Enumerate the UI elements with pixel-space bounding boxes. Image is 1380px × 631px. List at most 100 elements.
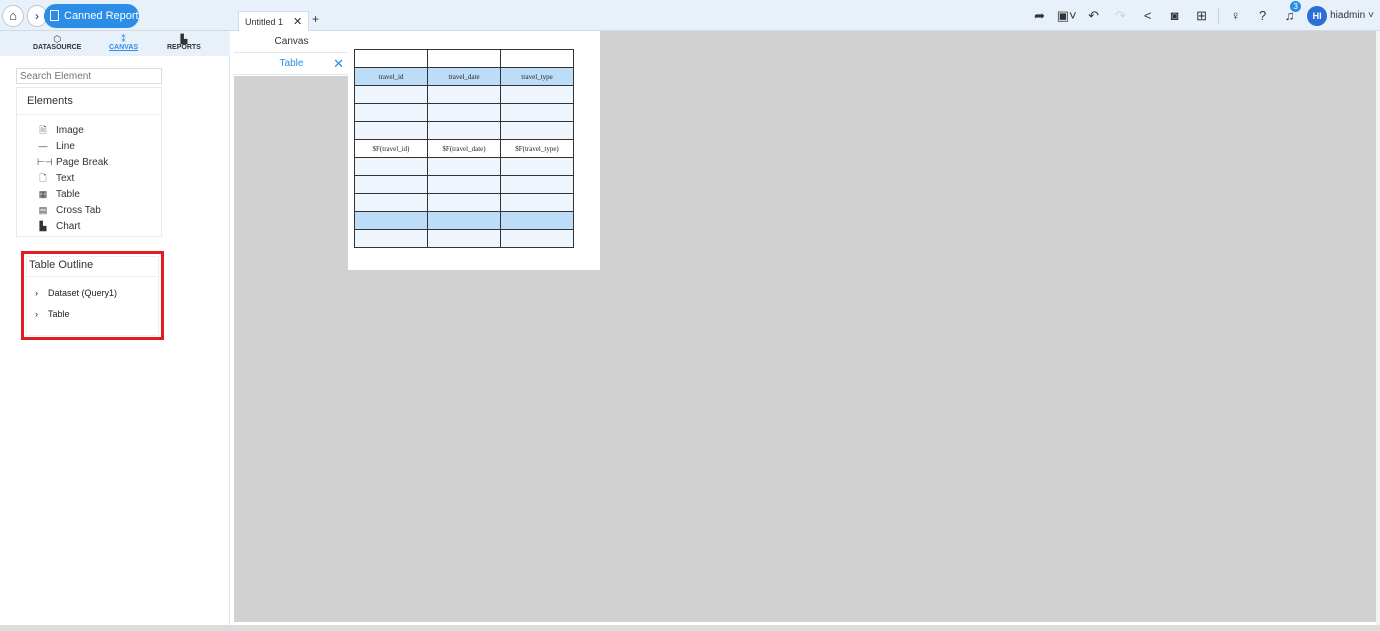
table-row[interactable] (354, 49, 574, 68)
table-cell[interactable] (354, 49, 428, 68)
tab-untitled-1[interactable]: Untitled 1 ✕ (238, 11, 310, 31)
table-cell[interactable] (500, 157, 574, 176)
chevron-right-icon: › (35, 309, 38, 319)
table-cell[interactable] (500, 211, 574, 230)
outline-item-table[interactable]: › Table (27, 304, 158, 325)
bell-icon[interactable]: ♫ 3 (1276, 1, 1303, 23)
cube-icon: ⬡ (53, 34, 62, 44)
canned-report-breadcrumb[interactable]: Canned Report (44, 4, 139, 28)
table-outline-title: Table Outline (27, 257, 158, 277)
horizontal-scrollbar[interactable] (0, 625, 1380, 631)
table-row[interactable] (354, 193, 574, 212)
table-outline-list: › Dataset (Query1) › Table (27, 277, 158, 325)
outline-item-label: Dataset (Query1) (48, 288, 118, 298)
text-icon: 🗋 (39, 173, 47, 183)
table-cell[interactable] (354, 193, 428, 212)
table-cell[interactable] (427, 49, 501, 68)
preview-icon[interactable]: ◙ (1161, 8, 1188, 23)
layout-icon[interactable]: ⊞ (1188, 8, 1215, 24)
table-cell[interactable] (427, 193, 501, 212)
notification-badge: 3 (1290, 1, 1302, 12)
table-cell[interactable] (427, 121, 501, 140)
tab-canvas-view[interactable]: Canvas (234, 31, 349, 53)
work-area: Canvas Table ✕ travel_id travel_date trav… (234, 31, 1376, 622)
toolbar: ➦ ▣˅ ↶ ↷ < ◙ ⊞ ♀ ? ♫ 3 HI hiadmin ˅ (1026, 0, 1380, 31)
table-row-selected[interactable] (354, 211, 574, 230)
table-cell[interactable] (500, 85, 574, 104)
table-cell[interactable] (427, 85, 501, 104)
table-cell[interactable] (354, 121, 428, 140)
left-panel: ⬡DATASOURCE ⁑CANVAS ▙REPORTS Elements 🗎I… (0, 31, 230, 625)
report-canvas[interactable]: travel_id travel_date travel_type $F(tra… (348, 31, 600, 270)
vertical-scrollbar[interactable] (1376, 31, 1380, 625)
chart-icon: ▙ (180, 34, 188, 44)
add-tab-button[interactable]: + (312, 12, 319, 26)
tab-datasource-label: DATASOURCE (33, 44, 82, 51)
element-line[interactable]: — Line (17, 138, 161, 154)
bulb-icon[interactable]: ♀ (1222, 8, 1249, 23)
tab-canvas-label: CANVAS (109, 44, 139, 51)
table-cell[interactable] (354, 175, 428, 194)
sub-tabs: Canvas Table ✕ (234, 31, 349, 76)
table-row[interactable] (354, 103, 574, 122)
outline-item-dataset[interactable]: › Dataset (Query1) (27, 283, 158, 304)
table-row[interactable] (354, 85, 574, 104)
element-text[interactable]: 🗋 Text (17, 170, 161, 186)
report-table[interactable]: travel_id travel_date travel_type $F(tra… (354, 49, 574, 248)
table-cell[interactable] (427, 229, 501, 248)
table-outline-highlight: Table Outline › Dataset (Query1) › Table (21, 251, 164, 340)
element-label: Table (56, 189, 80, 200)
element-label: Chart (56, 221, 81, 232)
header-cell[interactable]: travel_id (354, 67, 428, 86)
home-icon[interactable]: ⌂ (2, 5, 24, 27)
header-cell[interactable]: travel_date (427, 67, 501, 86)
field-cell[interactable]: $F(travel_id) (354, 139, 428, 158)
table-cell[interactable] (500, 49, 574, 68)
element-image[interactable]: 🗎 Image (17, 122, 161, 138)
field-cell[interactable]: $F(travel_type) (500, 139, 574, 158)
tab-reports[interactable]: ▙ REPORTS (167, 34, 201, 51)
table-cell[interactable] (427, 175, 501, 194)
tab-datasource[interactable]: ⬡ DATASOURCE (33, 34, 81, 51)
table-cell[interactable] (500, 121, 574, 140)
table-cell[interactable] (354, 211, 428, 230)
table-cell[interactable] (354, 103, 428, 122)
field-cell[interactable]: $F(travel_date) (427, 139, 501, 158)
element-cross-tab[interactable]: ▤ Cross Tab (17, 202, 161, 218)
table-cell[interactable] (500, 193, 574, 212)
line-icon: — (38, 141, 48, 151)
table-cell[interactable] (500, 175, 574, 194)
close-icon[interactable]: ✕ (333, 53, 344, 75)
user-menu[interactable]: HI hiadmin ˅ (1307, 5, 1374, 26)
element-table[interactable]: ▦ Table (17, 186, 161, 202)
close-tab-icon[interactable]: ✕ (293, 16, 302, 28)
table-cell[interactable] (354, 229, 428, 248)
share-icon[interactable]: < (1134, 8, 1161, 23)
help-icon[interactable]: ? (1249, 8, 1276, 23)
table-detail-row[interactable]: $F(travel_id) $F(travel_date) $F(travel_… (354, 139, 574, 158)
header-cell[interactable]: travel_type (500, 67, 574, 86)
table-cell[interactable] (354, 85, 428, 104)
table-cell[interactable] (427, 103, 501, 122)
undo-icon[interactable]: ↶ (1080, 8, 1107, 24)
redo-icon[interactable]: ↷ (1107, 8, 1134, 24)
element-chart[interactable]: ▙ Chart (17, 218, 161, 234)
page-break-icon: ⊢⊣ (37, 157, 53, 167)
table-header-row[interactable]: travel_id travel_date travel_type (354, 67, 574, 86)
table-row[interactable] (354, 121, 574, 140)
table-cell[interactable] (500, 229, 574, 248)
tab-canvas[interactable]: ⁑ CANVAS (109, 34, 138, 51)
table-cell[interactable] (500, 103, 574, 122)
table-row[interactable] (354, 175, 574, 194)
table-cell[interactable] (427, 211, 501, 230)
element-label: Line (56, 141, 75, 152)
table-row[interactable] (354, 229, 574, 248)
save-icon[interactable]: ▣˅ (1053, 8, 1080, 24)
element-page-break[interactable]: ⊢⊣ Page Break (17, 154, 161, 170)
tab-table-view[interactable]: Table ✕ (234, 53, 349, 75)
table-cell[interactable] (427, 157, 501, 176)
table-row[interactable] (354, 157, 574, 176)
search-input[interactable] (16, 68, 162, 84)
share-forward-icon[interactable]: ➦ (1026, 8, 1053, 24)
table-cell[interactable] (354, 157, 428, 176)
